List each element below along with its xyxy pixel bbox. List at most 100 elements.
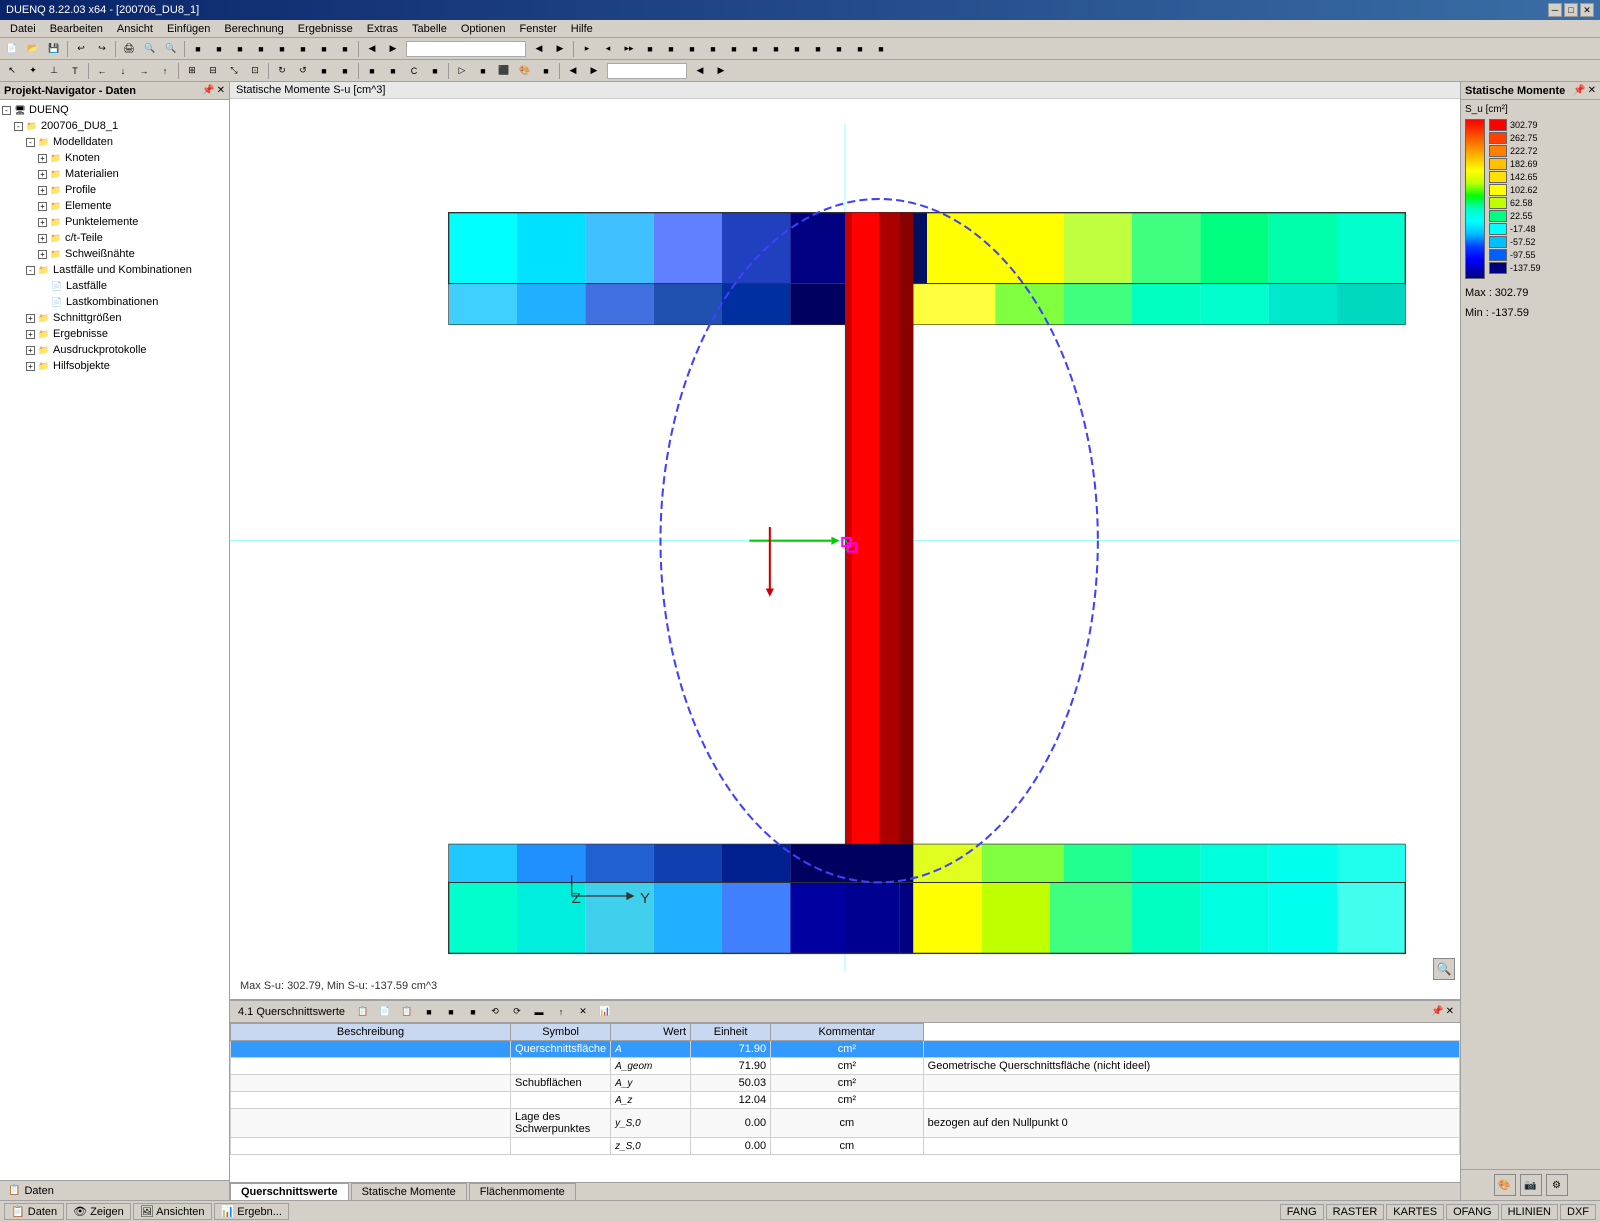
menu-item-berechnung[interactable]: Berechnung [218, 22, 289, 36]
navigator-close[interactable]: ✕ [217, 85, 225, 96]
toolbar-btn-l[interactable]: ■ [640, 40, 660, 58]
status-ergebnisse[interactable]: 📊 Ergebn... [214, 1203, 289, 1220]
toolbar-btn-h[interactable]: ■ [335, 40, 355, 58]
toolbar2-nav-right[interactable]: ▶ [584, 62, 604, 80]
tree-item-200706[interactable]: -📁200706_DU8_1 [0, 118, 229, 134]
toolbar2-btn-y[interactable]: ■ [536, 62, 556, 80]
expand-icon[interactable]: + [26, 314, 35, 323]
toolbar2-btn-r[interactable]: ■ [383, 62, 403, 80]
toolbar-btn-u[interactable]: ■ [829, 40, 849, 58]
status-zeigen[interactable]: 👁 Zeigen [66, 1203, 131, 1220]
tree-item-ergebnisse[interactable]: +📁Ergebnisse [0, 326, 229, 342]
tree-item-knoten[interactable]: +📁Knoten [0, 150, 229, 166]
table-row[interactable]: A_z12.04cm² [231, 1092, 1460, 1109]
nav-tab-daten[interactable]: 📋 Daten [0, 1181, 62, 1200]
table-btn-g[interactable]: ⟲ [485, 1003, 505, 1021]
toolbar-btn-p[interactable]: ■ [724, 40, 744, 58]
expand-icon[interactable]: - [14, 122, 23, 131]
menu-item-tabelle[interactable]: Tabelle [406, 22, 453, 36]
table-btn-f[interactable]: ■ [463, 1003, 483, 1021]
toolbar2-nav-right2[interactable]: ▶ [711, 62, 731, 80]
toolbar-btn-e[interactable]: ■ [272, 40, 292, 58]
toolbar-input[interactable] [406, 41, 526, 57]
toolbar-btn-q[interactable]: ■ [745, 40, 765, 58]
toolbar-btn-m[interactable]: ■ [661, 40, 681, 58]
toolbar-btn-f[interactable]: ■ [293, 40, 313, 58]
toolbar2-btn-i[interactable]: ⊞ [182, 62, 202, 80]
toolbar-nav-right[interactable]: ▶ [383, 40, 403, 58]
toolbar2-btn-w[interactable]: ⬛ [494, 62, 514, 80]
toolbar2-dropdown[interactable] [607, 63, 687, 79]
toolbar2-btn-s[interactable]: C [404, 62, 424, 80]
toolbar2-btn-o[interactable]: ■ [314, 62, 334, 80]
toolbar2-btn-q[interactable]: ■ [362, 62, 382, 80]
expand-icon[interactable]: + [38, 170, 47, 179]
tree-item-schnittgroessen[interactable]: +📁Schnittgrößen [0, 310, 229, 326]
toolbar2-btn-k[interactable]: ⤡ [224, 62, 244, 80]
toolbar-zoom-out[interactable]: 🔍 [161, 40, 181, 58]
toolbar-btn-r[interactable]: ■ [766, 40, 786, 58]
tree-item-modelldaten[interactable]: -📁Modelldaten [0, 134, 229, 150]
toolbar2-btn-x[interactable]: 🎨 [515, 62, 535, 80]
status-hlinien[interactable]: HLINIEN [1501, 1204, 1558, 1220]
table-container[interactable]: Beschreibung Symbol Wert Einheit Komment… [230, 1023, 1460, 1182]
toolbar-redo[interactable]: ↪ [92, 40, 112, 58]
toolbar-btn-d[interactable]: ■ [251, 40, 271, 58]
expand-icon[interactable]: - [26, 266, 35, 275]
menu-item-hilfe[interactable]: Hilfe [565, 22, 599, 36]
viewport-canvas[interactable]: y Z Y Max S-u: 302.79, Min S-u: -137.59 … [230, 99, 1460, 996]
expand-icon[interactable]: + [26, 346, 35, 355]
toolbar2-btn-j[interactable]: ⊟ [203, 62, 223, 80]
toolbar-btn-c[interactable]: ■ [230, 40, 250, 58]
status-dxf[interactable]: DXF [1560, 1204, 1596, 1220]
toolbar2-btn-g[interactable]: → [134, 62, 154, 80]
tree-item-punktelemente[interactable]: +📁Punktelemente [0, 214, 229, 230]
magnifier-button[interactable]: 🔍 [1433, 958, 1455, 980]
tree-item-lastkombinationen[interactable]: 📄Lastkombinationen [0, 294, 229, 310]
expand-icon[interactable]: - [2, 106, 11, 115]
menu-item-ergebnisse[interactable]: Ergebnisse [292, 22, 359, 36]
tab-statische-momente[interactable]: Statische Momente [351, 1183, 467, 1200]
table-btn-c[interactable]: 📋 [397, 1003, 417, 1021]
toolbar2-btn-m[interactable]: ↻ [272, 62, 292, 80]
bottom-panel-close[interactable]: ✕ [1446, 1006, 1454, 1017]
table-btn-k[interactable]: ✕ [573, 1003, 593, 1021]
table-row[interactable]: QuerschnittsflächeA71.90cm² [231, 1041, 1460, 1058]
toolbar-save[interactable]: 💾 [44, 40, 64, 58]
table-btn-b[interactable]: 📄 [375, 1003, 395, 1021]
tab-querschnittswerte[interactable]: Querschnittswerte [230, 1183, 349, 1200]
table-row[interactable]: SchubflächenA_y50.03cm² [231, 1075, 1460, 1092]
status-fang[interactable]: FANG [1280, 1204, 1324, 1220]
status-ofang[interactable]: OFANG [1446, 1204, 1499, 1220]
menu-item-einfügen[interactable]: Einfügen [161, 22, 216, 36]
toolbar-print[interactable]: 🖨 [119, 40, 139, 58]
toolbar2-btn-h[interactable]: ↑ [155, 62, 175, 80]
toolbar-btn-g[interactable]: ■ [314, 40, 334, 58]
toolbar-btn-a[interactable]: ■ [188, 40, 208, 58]
toolbar-btn-k[interactable]: ▸▸ [619, 40, 639, 58]
tree-item-duenq[interactable]: -🖥DUENQ [0, 102, 229, 118]
menu-item-bearbeiten[interactable]: Bearbeiten [44, 22, 109, 36]
expand-icon[interactable]: + [38, 154, 47, 163]
toolbar-btn-b[interactable]: ■ [209, 40, 229, 58]
expand-icon[interactable]: + [38, 186, 47, 195]
toolbar-nav-left[interactable]: ◀ [362, 40, 382, 58]
toolbar2-nav-left2[interactable]: ◀ [690, 62, 710, 80]
maximize-button[interactable]: □ [1564, 3, 1578, 17]
navigator-pin[interactable]: 📌 [202, 85, 214, 96]
expand-icon[interactable]: + [26, 330, 35, 339]
table-row[interactable]: Lage des Schwerpunktesy_S,00.00cmbezogen… [231, 1109, 1460, 1138]
tree-container[interactable]: -🖥DUENQ-📁200706_DU8_1-📁Modelldaten+📁Knot… [0, 100, 229, 1180]
toolbar-btn-i[interactable]: ▸ [577, 40, 597, 58]
expand-icon[interactable]: + [38, 218, 47, 227]
right-panel-close[interactable]: ✕ [1588, 85, 1596, 96]
tree-item-ct_teile[interactable]: +📁c/t-Teile [0, 230, 229, 246]
toolbar-btn-n[interactable]: ■ [682, 40, 702, 58]
menu-item-ansicht[interactable]: Ansicht [111, 22, 159, 36]
toolbar-btn-j[interactable]: ◂ [598, 40, 618, 58]
table-btn-e[interactable]: ■ [441, 1003, 461, 1021]
toolbar2-btn-u[interactable]: ▷ [452, 62, 472, 80]
toolbar2-nav-left[interactable]: ◀ [563, 62, 583, 80]
tree-item-ausdruckprotokolle[interactable]: +📁Ausdruckprotokolle [0, 342, 229, 358]
table-btn-h[interactable]: ⟳ [507, 1003, 527, 1021]
